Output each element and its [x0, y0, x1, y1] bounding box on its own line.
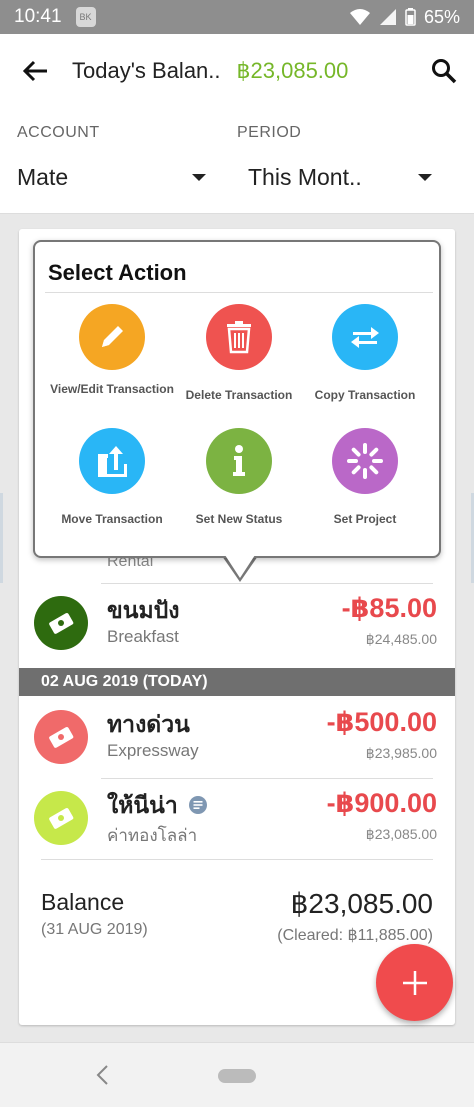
spinner-icon: [332, 428, 398, 494]
copy-transaction-button[interactable]: Copy Transaction: [297, 304, 433, 402]
action-label: Set Project: [333, 512, 397, 526]
category-avatar: [34, 710, 88, 764]
period-label: PERIOD: [237, 124, 302, 141]
money-icon: [49, 727, 74, 748]
running-balance: ฿23,985.00: [365, 745, 437, 761]
back-button[interactable]: [0, 34, 72, 108]
filter-bar: ACCOUNT Mate PERIOD This Mont..: [0, 108, 474, 214]
select-action-popup: Select Action View/Edit Transaction Dele…: [33, 240, 441, 558]
transaction-row[interactable]: ทางด่วน Expressway -฿500.00 ฿23,985.00: [19, 697, 455, 777]
transaction-row[interactable]: ให้นีน่า ค่าทองโลล่า -฿900.00 ฿23,085.00: [19, 778, 455, 858]
plus-icon: [402, 970, 427, 995]
transaction-name: ขนมปัง: [107, 597, 180, 623]
popup-title: Select Action: [48, 260, 187, 285]
note-icon: [189, 796, 208, 814]
signal-icon: [379, 9, 396, 25]
money-icon: [49, 808, 74, 829]
transaction-category: Expressway: [107, 741, 199, 760]
popup-arrow-fill: [225, 555, 255, 578]
chevron-left-icon: [96, 1065, 108, 1085]
transaction-amount: -฿900.00: [326, 788, 437, 818]
home-pill-button[interactable]: [218, 1069, 256, 1083]
cleared-balance: (Cleared: ฿11,885.00): [277, 927, 433, 944]
system-nav-bar: [0, 1042, 474, 1107]
balance-date: (31 AUG 2019): [41, 921, 148, 938]
transaction-amount: -฿500.00: [326, 707, 437, 737]
category-avatar: [34, 596, 88, 650]
account-label: ACCOUNT: [17, 124, 100, 141]
search-button[interactable]: [414, 34, 474, 108]
left-edge-hint: [0, 493, 3, 583]
battery-level: 65%: [423, 6, 460, 27]
pencil-icon: [79, 304, 145, 370]
list-divider: [101, 583, 433, 584]
balance-label: Balance: [41, 889, 125, 915]
transaction-category: Breakfast: [107, 627, 179, 646]
period-dropdown[interactable]: This Mont..: [248, 164, 362, 191]
view-edit-transaction-button[interactable]: View/Edit Transaction: [44, 304, 180, 396]
header-balance: ฿23,085.00: [236, 58, 349, 83]
page-title: Today's Balan..: [72, 58, 221, 83]
period-caret-icon[interactable]: [418, 174, 432, 181]
list-divider: [41, 859, 433, 860]
notification-icon: BK: [75, 7, 96, 27]
balance-amount: ฿23,085.00: [290, 888, 433, 919]
transaction-name: ให้นีน่า: [107, 788, 208, 824]
info-icon: [206, 428, 272, 494]
wifi-icon: [349, 9, 370, 25]
running-balance: ฿23,085.00: [365, 826, 437, 842]
status-bar: 10:41 BK 65%: [0, 0, 474, 34]
battery-icon: [405, 8, 416, 26]
status-time: 10:41: [14, 6, 62, 27]
trash-icon: [206, 304, 272, 370]
status-icons: 65%: [349, 7, 460, 28]
account-dropdown[interactable]: Mate: [17, 164, 68, 191]
search-icon: [432, 59, 457, 84]
add-transaction-button[interactable]: [376, 944, 453, 1021]
nav-back-button[interactable]: [90, 1061, 114, 1089]
set-project-button[interactable]: Set Project: [297, 428, 433, 526]
transaction-row[interactable]: ขนมปัง Breakfast -฿85.00 ฿24,485.00: [19, 583, 455, 663]
money-icon: [49, 613, 74, 634]
action-label: Delete Transaction: [185, 388, 293, 402]
action-label: View/Edit Transaction: [50, 382, 174, 396]
running-balance: ฿24,485.00: [365, 631, 437, 647]
account-caret-icon[interactable]: [192, 174, 206, 181]
arrow-left-icon: [23, 60, 47, 82]
move-transaction-button[interactable]: Move Transaction: [44, 428, 180, 526]
export-icon: [79, 428, 145, 494]
action-label: Copy Transaction: [314, 388, 416, 402]
action-label: Move Transaction: [61, 512, 163, 526]
transaction-category: ค่าทองโลล่า: [107, 826, 198, 845]
date-header: 02 AUG 2019 (TODAY): [19, 668, 455, 696]
popup-divider: [45, 292, 433, 293]
set-new-status-button[interactable]: Set New Status: [171, 428, 307, 526]
transaction-name: ทางด่วน: [107, 711, 190, 737]
swap-arrows-icon: [332, 304, 398, 370]
category-avatar: [34, 791, 88, 845]
delete-transaction-button[interactable]: Delete Transaction: [171, 304, 307, 402]
action-label: Set New Status: [195, 512, 283, 526]
transaction-amount: -฿85.00: [341, 593, 437, 623]
app-bar: Today's Balan.. ฿23,085.00: [0, 34, 474, 108]
